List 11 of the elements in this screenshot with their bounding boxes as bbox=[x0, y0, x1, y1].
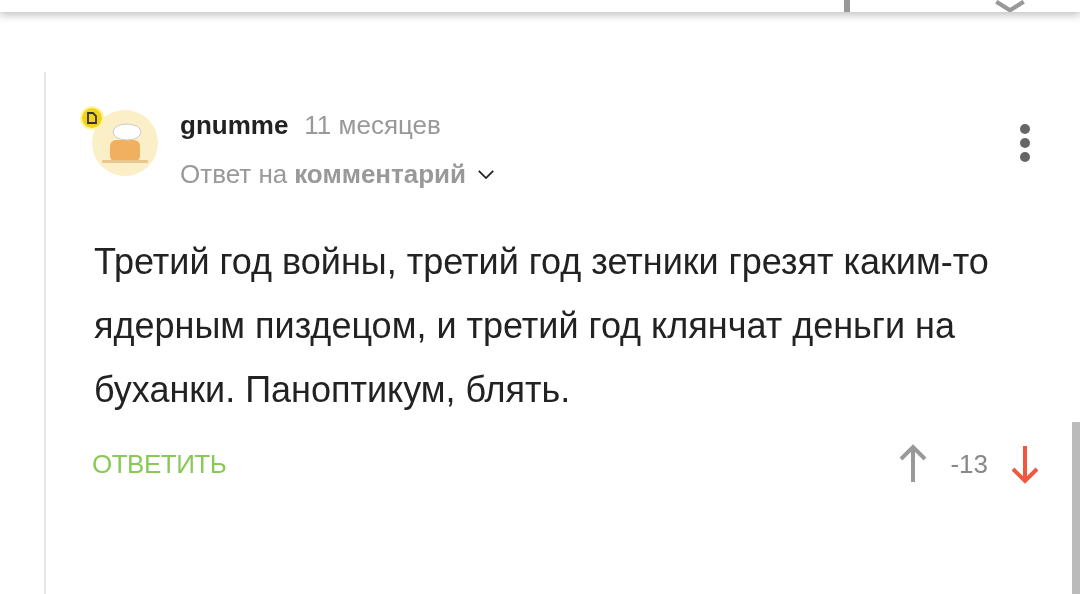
rating: -13 bbox=[950, 448, 988, 480]
scrollbar[interactable] bbox=[1072, 422, 1080, 594]
comment-time: 11 месяцев bbox=[304, 110, 441, 141]
more-options-icon[interactable] bbox=[1020, 124, 1030, 162]
comment-text: Третий год войны, третий год зетники грезят каким-то ядерным пиздецом, и третий год клянчат деньги на буханки. Паноптикум, блять. bbox=[94, 240, 990, 412]
chevron-icon[interactable] bbox=[477, 169, 496, 180]
badge-icon bbox=[80, 106, 104, 130]
reply-to-link[interactable]: Ответ на комментарий bbox=[180, 159, 1020, 190]
reply-button[interactable]: ОТВЕТИТЬ bbox=[92, 448, 227, 480]
username[interactable]: gnumme bbox=[180, 110, 289, 141]
avatar-icon[interactable] bbox=[92, 110, 158, 176]
